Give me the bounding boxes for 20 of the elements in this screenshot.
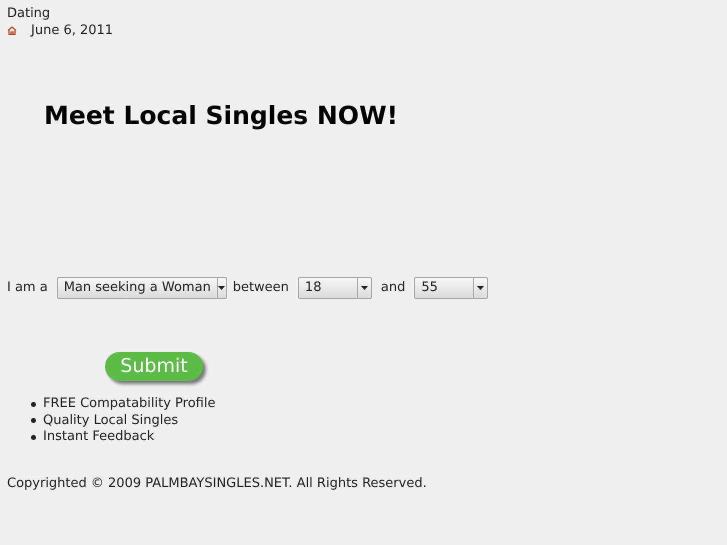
form-label: and: [380, 279, 406, 298]
dropdown[interactable]: 18: [298, 277, 372, 299]
form-label: I am a: [7, 279, 48, 298]
post-date: June 6, 2011: [31, 22, 114, 39]
bullet-icon: [31, 434, 36, 440]
caret-icon: [360, 286, 368, 290]
feature-item: FREE Compatability Profile: [43, 396, 216, 412]
form-label: between: [232, 279, 289, 298]
caret-icon: [477, 286, 484, 290]
category-label: Dating: [7, 5, 52, 22]
dropdown[interactable]: 55: [414, 277, 488, 299]
bullet-icon: [31, 402, 36, 407]
headline: Meet Local Singles NOW!: [44, 101, 398, 131]
feature-item: Quality Local Singles: [43, 412, 178, 429]
bullet-icon: [31, 418, 36, 424]
feature-item: Instant Feedback: [43, 429, 154, 446]
copyright-text: Copyrighted © 2009 PALMBAYSINGLES.NET. All Rights Reserved.: [7, 474, 427, 492]
caret-icon: [218, 286, 226, 290]
dropdown[interactable]: Man seeking a Woman: [56, 277, 227, 299]
home-icon: [7, 26, 17, 35]
